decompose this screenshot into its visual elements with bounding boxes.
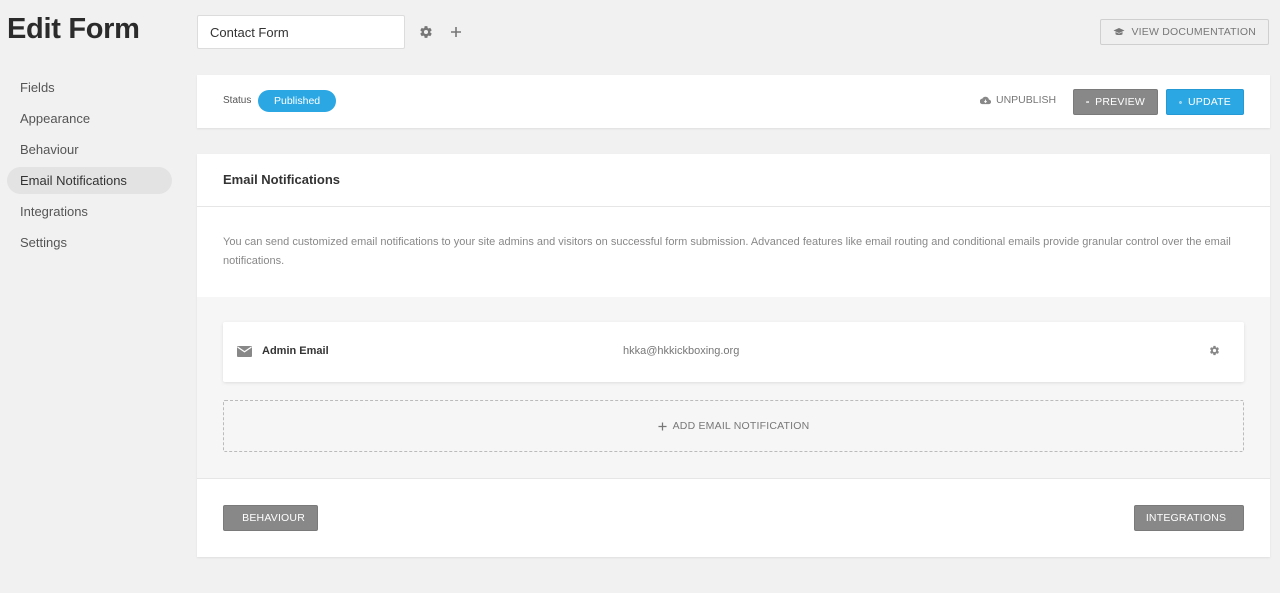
email-notifications-panel: Email Notifications You can send customi… <box>197 154 1270 557</box>
update-label: UPDATE <box>1187 96 1231 108</box>
sidebar-item-behaviour[interactable]: Behaviour <box>7 136 172 163</box>
next-label: INTEGRATIONS <box>1145 512 1227 524</box>
sidebar-item-email-notifications[interactable]: Email Notifications <box>7 167 172 194</box>
add-form-button[interactable] <box>446 22 466 42</box>
next-integrations-button[interactable]: INTEGRATIONS <box>1134 505 1244 531</box>
envelope-icon <box>237 346 252 357</box>
form-settings-button[interactable] <box>416 22 436 42</box>
cloud-download-icon <box>980 96 991 104</box>
sidebar-item-settings[interactable]: Settings <box>7 229 172 256</box>
previous-behaviour-button[interactable]: BEHAVIOUR <box>223 505 318 531</box>
add-email-notification-label: ADD EMAIL NOTIFICATION <box>672 420 810 432</box>
globe-icon <box>1179 100 1182 104</box>
previous-label: BEHAVIOUR <box>242 512 305 524</box>
gear-icon <box>420 26 432 38</box>
status-bar: Status Published UNPUBLISH PREVIEW UPDAT… <box>197 75 1270 128</box>
preview-button[interactable]: PREVIEW <box>1073 89 1158 115</box>
sidebar-item-appearance[interactable]: Appearance <box>7 105 172 132</box>
plus-icon <box>451 27 461 37</box>
status-label: Status <box>223 95 252 106</box>
notification-recipient: hkka@hkkickboxing.org <box>623 345 740 357</box>
graduation-cap-icon <box>1113 28 1125 36</box>
preview-label: PREVIEW <box>1095 96 1145 108</box>
sidebar: Fields Appearance Behaviour Email Notifi… <box>7 74 172 260</box>
notification-name: Admin Email <box>262 345 329 357</box>
unpublish-button[interactable]: UNPUBLISH <box>980 94 1056 106</box>
update-button[interactable]: UPDATE <box>1166 89 1244 115</box>
notification-row[interactable]: Admin Email hkka@hkkickboxing.org <box>223 322 1244 382</box>
notifications-list: Admin Email hkka@hkkickboxing.org ADD EM… <box>197 297 1270 479</box>
view-documentation-button[interactable]: VIEW DOCUMENTATION <box>1100 19 1269 45</box>
form-name-input[interactable] <box>197 15 405 49</box>
gear-icon[interactable] <box>1209 345 1220 356</box>
view-documentation-label: VIEW DOCUMENTATION <box>1131 26 1256 38</box>
add-email-notification-button[interactable]: ADD EMAIL NOTIFICATION <box>223 400 1244 452</box>
sidebar-item-integrations[interactable]: Integrations <box>7 198 172 225</box>
unpublish-label: UNPUBLISH <box>996 94 1057 106</box>
panel-title: Email Notifications <box>197 154 1270 207</box>
plus-icon <box>658 421 667 431</box>
eye-icon <box>1086 100 1090 104</box>
panel-description: You can send customized email notificati… <box>223 236 1231 267</box>
status-badge[interactable]: Published <box>258 90 337 112</box>
footer-divider <box>197 478 1270 479</box>
page-title: Edit Form <box>7 13 140 45</box>
sidebar-item-fields[interactable]: Fields <box>7 74 172 101</box>
